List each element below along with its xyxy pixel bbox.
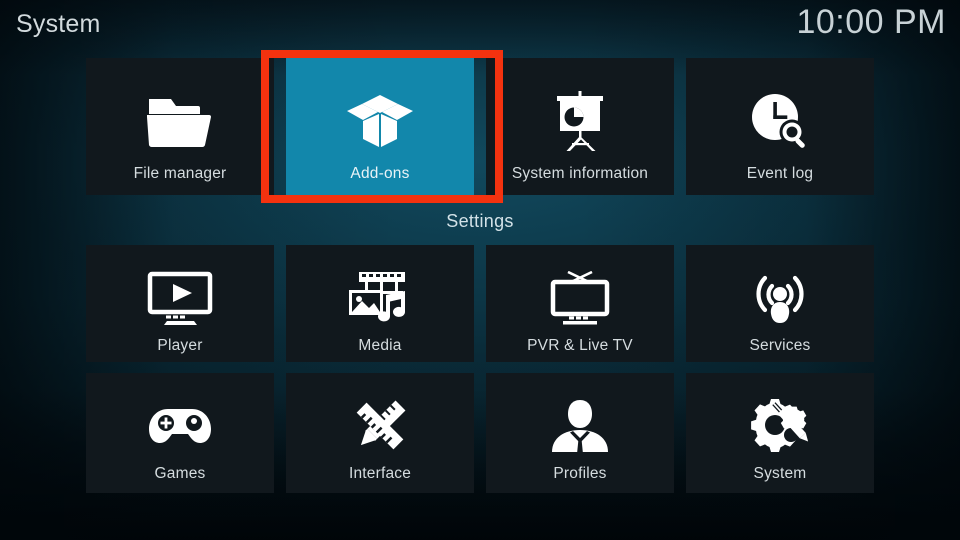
page-title: System — [16, 10, 101, 38]
tile-pvr-live-tv[interactable]: PVR & Live TV — [486, 245, 674, 362]
monitor-play-icon — [144, 267, 216, 329]
gamepad-icon — [144, 395, 216, 457]
tile-label: Services — [749, 337, 811, 354]
person-bust-icon — [544, 395, 616, 457]
clock: 10:00 PM — [796, 3, 946, 41]
tv-antenna-icon — [544, 267, 616, 329]
pencil-ruler-icon — [344, 395, 416, 457]
film-photo-music-icon — [344, 267, 416, 329]
gears-screwdriver-icon — [744, 395, 816, 457]
tile-label: Games — [154, 465, 206, 482]
clock-search-icon — [744, 89, 816, 155]
tile-games[interactable]: Games — [86, 373, 274, 493]
tile-label: System information — [511, 165, 649, 182]
tile-file-manager[interactable]: File manager — [86, 58, 274, 195]
tile-system-information[interactable]: System information — [486, 58, 674, 195]
tile-label: System — [753, 465, 807, 482]
tile-label: Event log — [746, 165, 814, 182]
settings-section-label: Settings — [446, 211, 514, 231]
tile-label: Player — [157, 337, 203, 354]
tile-system[interactable]: System — [686, 373, 874, 493]
tile-label: PVR & Live TV — [527, 337, 633, 354]
open-box-icon — [344, 89, 416, 155]
header-bar: System 10:00 PM — [0, 0, 960, 50]
folder-icon — [144, 89, 216, 155]
tile-label: Media — [358, 337, 402, 354]
tile-add-ons[interactable]: Add-ons — [286, 58, 474, 195]
presentation-board-icon — [544, 89, 616, 155]
tile-label: Profiles — [553, 465, 607, 482]
tile-label: Add-ons — [350, 165, 410, 182]
broadcast-person-icon — [744, 267, 816, 329]
tile-interface[interactable]: Interface — [286, 373, 474, 493]
tile-label: File manager — [133, 165, 227, 182]
tile-services[interactable]: Services — [686, 245, 874, 362]
tile-event-log[interactable]: Event log — [686, 58, 874, 195]
tile-profiles[interactable]: Profiles — [486, 373, 674, 493]
tile-label: Interface — [348, 465, 412, 482]
tile-media[interactable]: Media — [286, 245, 474, 362]
tile-player[interactable]: Player — [86, 245, 274, 362]
